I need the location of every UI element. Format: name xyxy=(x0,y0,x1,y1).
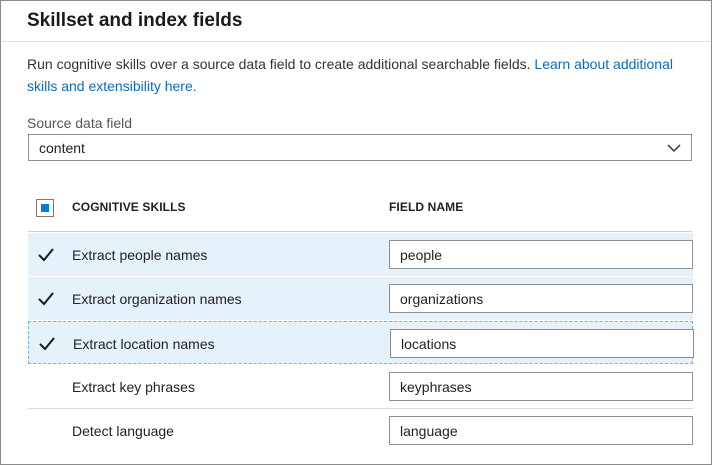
field-name-input[interactable] xyxy=(390,329,694,358)
field-name-input[interactable] xyxy=(389,416,693,445)
skill-label: Extract location names xyxy=(73,336,215,352)
field-name-input[interactable] xyxy=(389,372,693,401)
select-all-checkbox[interactable] xyxy=(36,199,54,217)
skill-row[interactable]: Extract organization names xyxy=(28,277,693,320)
source-field-value: content xyxy=(39,140,85,156)
title-divider xyxy=(2,41,710,42)
column-header-field-name: FIELD NAME xyxy=(389,200,464,214)
header-divider xyxy=(28,231,692,232)
skill-label: Extract people names xyxy=(72,247,208,263)
skill-row[interactable]: Extract key phrases xyxy=(28,365,693,409)
field-name-input[interactable] xyxy=(389,240,693,269)
checkmark-icon[interactable] xyxy=(36,245,56,265)
checkmark-icon[interactable] xyxy=(36,289,56,309)
skill-label: Extract organization names xyxy=(72,291,242,307)
field-name-input[interactable] xyxy=(389,284,693,313)
checkmark-icon[interactable] xyxy=(37,334,57,354)
source-field-label: Source data field xyxy=(27,115,133,131)
skill-row[interactable]: Extract people names xyxy=(28,233,693,276)
skillset-panel: Skillset and index fields Run cognitive … xyxy=(0,0,712,465)
section-title: Skillset and index fields xyxy=(27,10,243,31)
indeterminate-icon xyxy=(41,204,49,212)
section-description: Run cognitive skills over a source data … xyxy=(27,53,687,97)
skill-label: Extract key phrases xyxy=(72,379,195,395)
skill-row[interactable]: Detect language xyxy=(28,409,693,452)
chevron-down-icon xyxy=(667,144,681,153)
description-text: Run cognitive skills over a source data … xyxy=(27,56,531,72)
source-field-dropdown[interactable]: content xyxy=(28,134,692,161)
skill-label: Detect language xyxy=(72,423,174,439)
column-header-skills: COGNITIVE SKILLS xyxy=(72,200,186,214)
skill-row[interactable]: Extract location names xyxy=(28,321,694,364)
